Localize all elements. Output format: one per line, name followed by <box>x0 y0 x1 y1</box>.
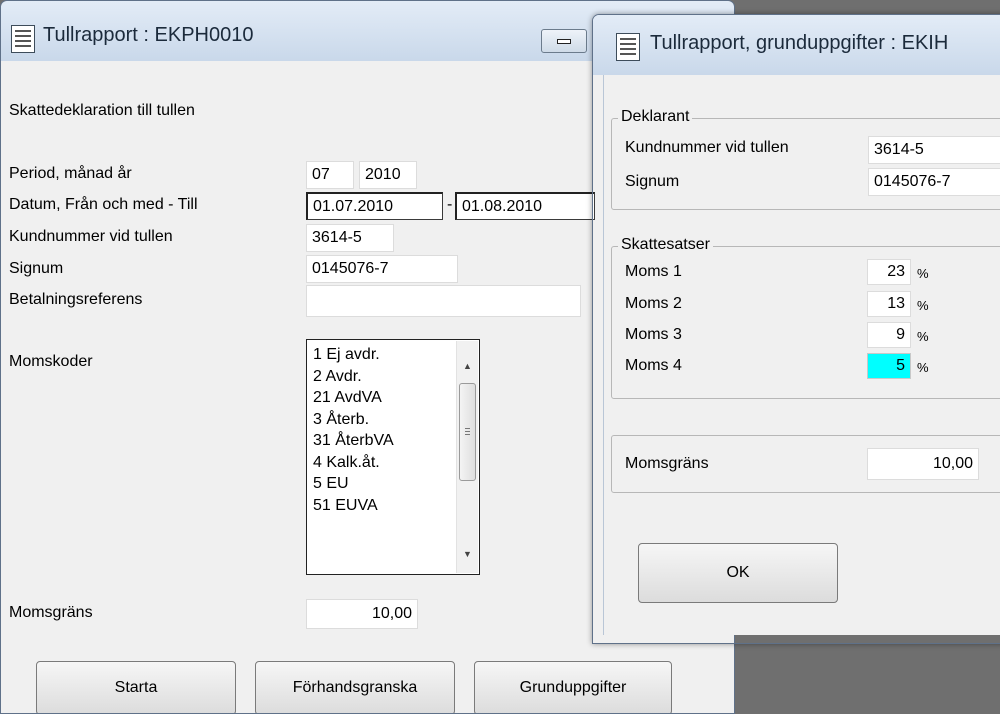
signum-field[interactable]: 0145076-7 <box>306 255 458 283</box>
datum-label: Datum, Från och med - Till <box>9 196 198 213</box>
moms1-unit: % <box>917 266 929 281</box>
document-icon <box>616 33 640 61</box>
ok-button[interactable]: OK <box>638 543 838 603</box>
scroll-up-icon[interactable]: ▲ <box>463 361 472 371</box>
dialog-kundnummer-field[interactable]: 3614-5 <box>868 136 1000 164</box>
momskoder-items: 1 Ej avdr. 2 Avdr. 21 AvdVA 3 Återb. 31 … <box>313 344 394 516</box>
list-item[interactable]: 21 AvdVA <box>313 387 394 409</box>
dialog-signum-field[interactable]: 0145076-7 <box>868 168 1000 196</box>
minimize-icon[interactable] <box>541 29 587 53</box>
scroll-thumb[interactable] <box>459 383 476 481</box>
kundnummer-field[interactable]: 3614-5 <box>306 224 394 252</box>
datum-to-field[interactable]: 01.08.2010 <box>455 192 595 220</box>
moms4-unit: % <box>917 360 929 375</box>
document-icon <box>11 25 35 53</box>
momsgrans-field[interactable]: 10,00 <box>306 599 418 629</box>
grunduppgifter-dialog: Tullrapport, grunduppgifter : EKIH Dekla… <box>592 14 1000 644</box>
moms3-unit: % <box>917 329 929 344</box>
skattesatser-legend: Skattesatser <box>618 236 713 254</box>
starta-button[interactable]: Starta <box>36 661 236 713</box>
moms3-field[interactable]: 9 <box>867 322 911 348</box>
momskoder-label: Momskoder <box>9 353 93 370</box>
grip-icon <box>465 428 470 435</box>
dialog-momsgrans-label: Momsgräns <box>625 455 709 472</box>
period-label: Period, månad år <box>9 165 132 182</box>
signum-label: Signum <box>9 260 64 277</box>
moms2-field[interactable]: 13 <box>867 291 911 317</box>
deklarant-legend: Deklarant <box>618 108 693 126</box>
moms3-label: Moms 3 <box>625 326 682 343</box>
list-item[interactable]: 51 EUVA <box>313 495 394 517</box>
kundnummer-label: Kundnummer vid tullen <box>9 228 173 245</box>
datum-separator: - <box>447 196 453 213</box>
datum-from-field[interactable]: 01.07.2010 <box>306 192 443 220</box>
list-item[interactable]: 31 ÅterbVA <box>313 430 394 452</box>
main-window-title: Tullrapport : EKPH0010 <box>43 24 254 46</box>
list-item[interactable]: 4 Kalk.åt. <box>313 452 394 474</box>
moms4-label: Moms 4 <box>625 357 682 374</box>
moms1-label: Moms 1 <box>625 263 682 280</box>
momsgrans-label: Momsgräns <box>9 604 93 621</box>
momskoder-listbox[interactable]: 1 Ej avdr. 2 Avdr. 21 AvdVA 3 Återb. 31 … <box>306 339 480 575</box>
moms1-field[interactable]: 23 <box>867 259 911 285</box>
dialog-signum-label: Signum <box>625 173 680 190</box>
moms2-unit: % <box>917 298 929 313</box>
grunduppgifter-button[interactable]: Grunduppgifter <box>474 661 672 713</box>
betalningsreferens-label: Betalningsreferens <box>9 291 143 308</box>
dialog-kundnummer-label: Kundnummer vid tullen <box>625 139 789 156</box>
heading-label: Skattedeklaration till tullen <box>9 102 195 119</box>
dialog-title: Tullrapport, grunduppgifter : EKIH <box>650 32 949 54</box>
list-item[interactable]: 2 Avdr. <box>313 366 394 388</box>
list-item[interactable]: 5 EU <box>313 473 394 495</box>
dialog-titlebar[interactable]: Tullrapport, grunduppgifter : EKIH <box>593 15 1000 75</box>
betalningsreferens-field[interactable] <box>306 285 581 317</box>
period-month-field[interactable]: 07 <box>306 161 354 189</box>
deklarant-group: Deklarant <box>611 108 1000 210</box>
scroll-down-icon[interactable]: ▼ <box>463 549 472 559</box>
list-item[interactable]: 1 Ej avdr. <box>313 344 394 366</box>
moms2-label: Moms 2 <box>625 295 682 312</box>
momskoder-scrollbar[interactable]: ▲ ▼ <box>456 341 478 573</box>
forhandsgranska-button[interactable]: Förhandsgranska <box>255 661 455 713</box>
dialog-momsgrans-field[interactable]: 10,00 <box>867 448 979 480</box>
list-item[interactable]: 3 Återb. <box>313 409 394 431</box>
period-year-field[interactable]: 2010 <box>359 161 417 189</box>
moms4-field[interactable]: 5 <box>867 353 911 379</box>
